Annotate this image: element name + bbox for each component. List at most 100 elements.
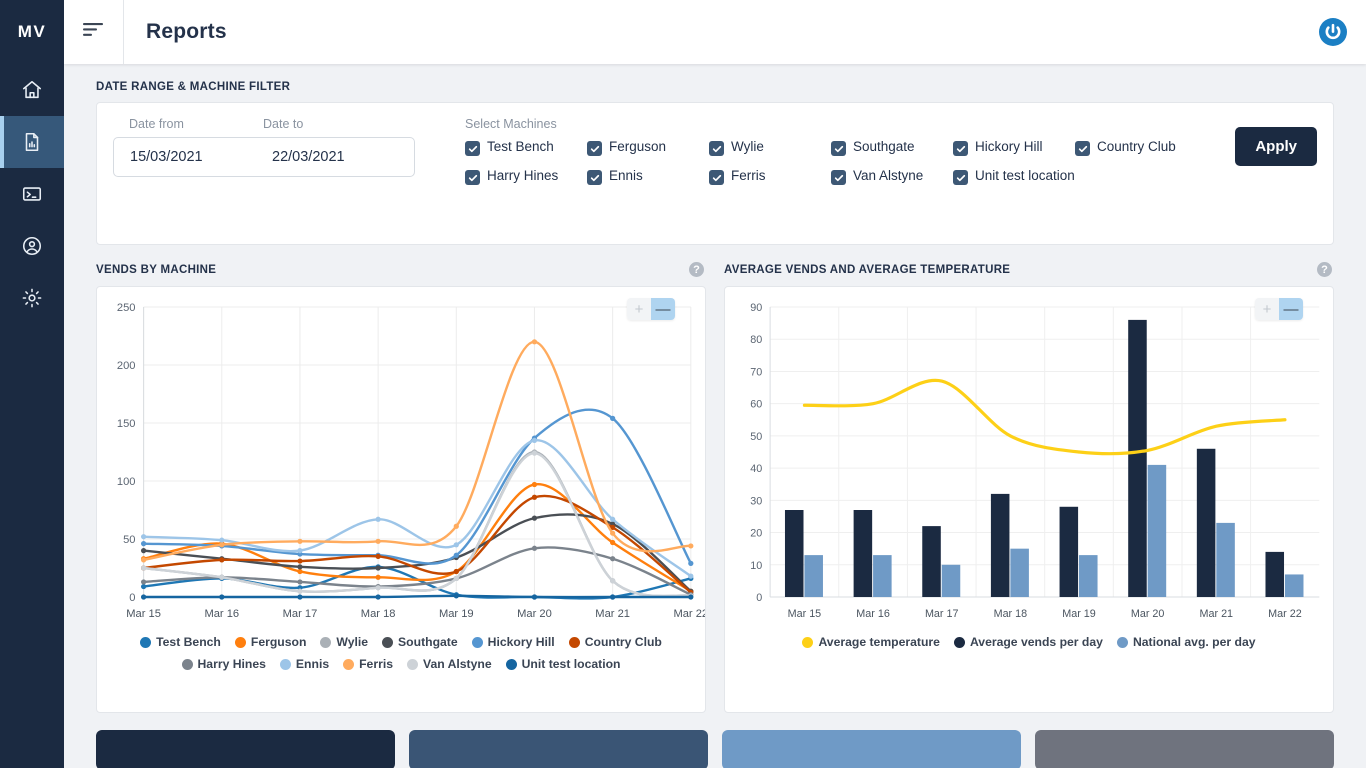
svg-text:Mar 22: Mar 22 [673,608,705,620]
machine-label: Harry Hines [487,168,558,184]
legend-item[interactable]: Ferguson [235,635,307,649]
machine-label: Country Club [1097,139,1176,155]
checkbox-checked-icon[interactable] [1075,141,1090,156]
sidebar-item-terminal[interactable] [0,168,64,220]
svg-text:Mar 22: Mar 22 [1268,608,1302,620]
machine-checkbox-country-club[interactable]: Country Club [1075,139,1197,156]
kpi-card-3[interactable] [722,730,1021,768]
machine-checkbox-ennis[interactable]: Ennis [587,168,709,185]
legend-label: Unit test location [522,657,621,671]
machine-checkbox-van-alstyne[interactable]: Van Alstyne [831,168,953,185]
menu-toggle-button[interactable] [64,0,124,64]
legend-label: Average temperature [818,635,939,649]
sidebar-item-account[interactable] [0,220,64,272]
svg-text:150: 150 [117,418,136,430]
legend-item[interactable]: Average temperature [802,635,939,649]
sidebar-item-settings[interactable] [0,272,64,324]
date-to-label: Date to [263,117,303,131]
legend-label: Average vends per day [970,635,1103,649]
legend-color-dot [320,637,331,648]
machine-label: Van Alstyne [853,168,923,184]
date-from-input[interactable] [114,149,264,165]
zoom-out-button[interactable]: — [1279,298,1303,320]
checkbox-checked-icon[interactable] [953,170,968,185]
legend-item[interactable]: Test Bench [140,635,221,649]
average-vends-temperature-panel: AVERAGE VENDS AND AVERAGE TEMPERATURE ? … [724,248,1334,713]
legend-label: Wylie [336,635,368,649]
legend-label: Country Club [585,635,662,649]
chart-zoom-controls-right: + — [1255,298,1303,320]
apply-button-wrap: Apply [1197,117,1317,228]
checkbox-checked-icon[interactable] [831,170,846,185]
svg-text:Mar 18: Mar 18 [994,608,1028,620]
machine-checkbox-ferguson[interactable]: Ferguson [587,139,709,156]
legend-label: Ennis [296,657,329,671]
legend-label: Ferguson [251,635,307,649]
legend-item[interactable]: National avg. per day [1117,635,1256,649]
machine-checkbox-southgate[interactable]: Southgate [831,139,953,156]
date-range-input-group[interactable] [113,137,415,177]
legend-item[interactable]: Unit test location [506,657,621,671]
svg-text:10: 10 [750,560,762,572]
main-area: Reports DATE RANGE & MACHINE FILTER Date… [64,0,1366,768]
vends-by-machine-header: VENDS BY MACHINE ? [96,248,706,286]
checkbox-checked-icon[interactable] [953,141,968,156]
checkbox-checked-icon[interactable] [587,170,602,185]
kpi-card-4[interactable] [1035,730,1334,768]
machine-checkbox-unit-test-location[interactable]: Unit test location [953,168,1075,185]
legend-item[interactable]: Van Alstyne [407,657,492,671]
help-icon[interactable]: ? [1317,262,1332,277]
machine-checkbox-ferris[interactable]: Ferris [709,168,831,185]
chart-zoom-controls-left: + — [627,298,675,320]
svg-text:Mar 19: Mar 19 [439,608,474,620]
help-icon[interactable]: ? [689,262,704,277]
svg-text:0: 0 [756,592,762,604]
legend-item[interactable]: Hickory Hill [472,635,555,649]
machine-checkbox-harry-hines[interactable]: Harry Hines [465,168,587,185]
kpi-card-1[interactable] [96,730,395,768]
svg-text:50: 50 [750,431,762,443]
legend-item[interactable]: Average vends per day [954,635,1103,649]
machine-checkbox-grid: Test Bench Ferguson Wylie Southgate [465,139,1197,197]
legend-item[interactable]: Wylie [320,635,368,649]
zoom-in-button[interactable]: + [627,298,651,320]
date-to-input[interactable] [264,149,404,165]
svg-text:70: 70 [750,366,762,378]
legend-item[interactable]: Southgate [382,635,458,649]
checkbox-checked-icon[interactable] [465,170,480,185]
legend-color-dot [280,659,291,670]
machine-label: Southgate [853,139,915,155]
machine-checkbox-wylie[interactable]: Wylie [709,139,831,156]
vends-by-machine-legend: Test Bench Ferguson Wylie Southgate Hickory … [97,631,705,671]
machine-checkbox-test-bench[interactable]: Test Bench [465,139,587,156]
checkbox-checked-icon[interactable] [709,170,724,185]
zoom-out-button[interactable]: — [651,298,675,320]
legend-color-dot [140,637,151,648]
checkbox-checked-icon[interactable] [831,141,846,156]
svg-text:Mar 21: Mar 21 [595,608,630,620]
svg-text:30: 30 [750,495,762,507]
kpi-card-2[interactable] [409,730,708,768]
legend-item[interactable]: Country Club [569,635,662,649]
checkbox-checked-icon[interactable] [709,141,724,156]
legend-color-dot [954,637,965,648]
legend-item[interactable]: Harry Hines [182,657,266,671]
zoom-in-button[interactable]: + [1255,298,1279,320]
svg-text:100: 100 [117,476,136,488]
machine-checkbox-hickory-hill[interactable]: Hickory Hill [953,139,1075,156]
legend-label: Southgate [398,635,458,649]
sidebar-item-reports[interactable] [0,116,64,168]
legend-item[interactable]: Ferris [343,657,393,671]
checkbox-checked-icon[interactable] [587,141,602,156]
sidebar-item-home[interactable] [0,64,64,116]
average-vends-temperature-plot[interactable]: 0102030405060708090Mar 15Mar 16Mar 17Mar… [725,293,1333,631]
checkbox-checked-icon[interactable] [465,141,480,156]
svg-text:250: 250 [117,302,136,314]
apply-button[interactable]: Apply [1235,127,1317,166]
svg-text:40: 40 [750,463,762,475]
legend-item[interactable]: Ennis [280,657,329,671]
vends-by-machine-card: + — 050100150200250Mar 15Mar 16Mar 17Mar… [96,286,706,713]
vends-by-machine-plot[interactable]: 050100150200250Mar 15Mar 16Mar 17Mar 18M… [97,293,705,631]
user-logo-icon[interactable] [1318,17,1348,47]
legend-label: Harry Hines [198,657,266,671]
